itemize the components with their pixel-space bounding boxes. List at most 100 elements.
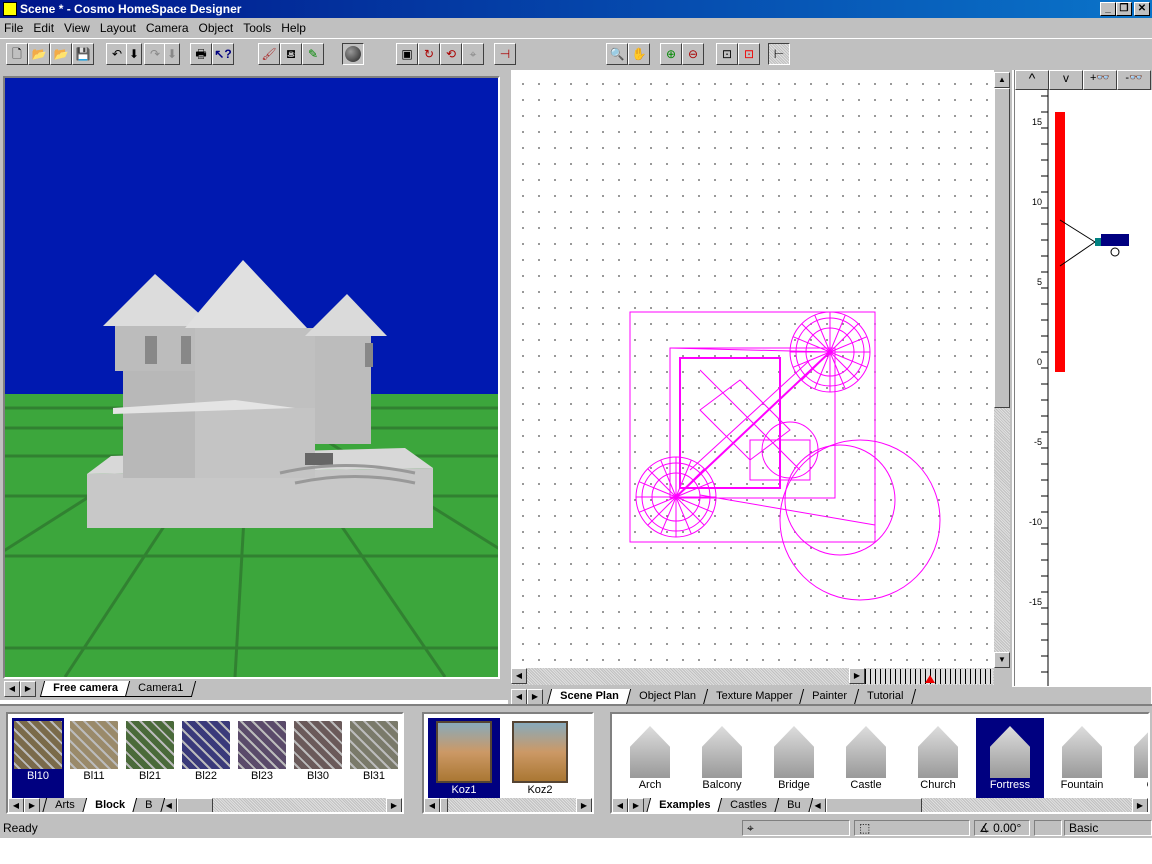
undo-icon[interactable]: ↶	[106, 43, 128, 65]
menu-object[interactable]: Object	[199, 21, 234, 35]
texture-item[interactable]: Bl31	[348, 718, 400, 798]
texture-item[interactable]: Bl22	[180, 718, 232, 798]
camera-view-toggle-icon[interactable]: ⊢	[768, 43, 790, 65]
tab-free-camera[interactable]: Free camera	[39, 681, 131, 697]
object-item[interactable]: Church	[904, 718, 972, 798]
elevation-down-button[interactable]: v	[1049, 70, 1083, 90]
object-scrollbar[interactable]: ◀ ▶	[809, 798, 1148, 812]
elevation-ruler[interactable]: 15 10 5 0 -5 -10 -15	[1015, 90, 1152, 686]
scroll-thumb[interactable]	[825, 798, 922, 812]
pan-hand-icon[interactable]: ✋	[628, 43, 650, 65]
eyedropper-icon[interactable]: ✎	[302, 43, 324, 65]
rotation-slider[interactable]	[865, 669, 993, 684]
menu-camera[interactable]: Camera	[146, 21, 189, 35]
scroll-thumb[interactable]	[994, 88, 1010, 408]
tab-camera1[interactable]: Camera1	[124, 681, 197, 697]
render-sphere-icon[interactable]	[342, 43, 364, 65]
tab-block[interactable]: Block	[81, 798, 138, 812]
object-item[interactable]: Fortress	[976, 718, 1044, 798]
tab-object-plan[interactable]: Object Plan	[625, 689, 709, 705]
tab-arts[interactable]: Arts	[41, 798, 88, 812]
object-item[interactable]: Arch	[616, 718, 684, 798]
menu-help[interactable]: Help	[281, 21, 306, 35]
object-item[interactable]: Ga	[1120, 718, 1148, 798]
view3d-viewport[interactable]	[3, 76, 500, 679]
menu-file[interactable]: File	[4, 21, 23, 35]
camera-tilt-icon[interactable]: ⟲	[440, 43, 462, 65]
camera-icon[interactable]	[1059, 219, 1129, 267]
texture-scrollbar[interactable]: ◀ ▶	[160, 798, 402, 812]
zoom-in-icon[interactable]: ⊕	[660, 43, 682, 65]
object-item[interactable]: Castle	[832, 718, 900, 798]
scene-plan-canvas[interactable]	[511, 70, 994, 668]
scroll-left-button[interactable]: ◀	[424, 798, 440, 812]
minimize-button[interactable]: _	[1100, 2, 1116, 16]
object-item[interactable]: Balcony	[688, 718, 756, 798]
tab-scroll-right[interactable]: ▶	[527, 689, 543, 705]
scroll-thumb[interactable]	[440, 798, 448, 812]
redo-icon[interactable]: ↷	[144, 43, 166, 65]
zoom-out-icon[interactable]: ⊖	[682, 43, 704, 65]
plan-horizontal-scrollbar[interactable]: ◀ ▶	[511, 668, 994, 685]
scroll-left-button[interactable]: ◀	[511, 668, 527, 684]
tab-painter[interactable]: Painter	[798, 689, 861, 705]
object-item[interactable]: Fountain	[1048, 718, 1116, 798]
camera-orbit-icon[interactable]: ↻	[418, 43, 440, 65]
scroll-down-button[interactable]: ▼	[994, 652, 1010, 668]
maximize-button[interactable]: ❐	[1116, 2, 1132, 16]
zoom-out-binoculars-icon[interactable]: -👓	[1117, 70, 1151, 90]
scroll-right-button[interactable]: ▶	[386, 798, 402, 812]
texture-item[interactable]: Bl23	[236, 718, 288, 798]
tab-bu[interactable]: Bu	[773, 798, 814, 812]
tab-scroll-left[interactable]: ◀	[612, 798, 628, 812]
scroll-right-button[interactable]: ▶	[1132, 798, 1148, 812]
tab-scroll-right[interactable]: ▶	[24, 798, 40, 812]
texture-item[interactable]: Bl11	[68, 718, 120, 798]
menu-edit[interactable]: Edit	[33, 21, 54, 35]
menu-layout[interactable]: Layout	[100, 21, 136, 35]
open-folder-icon[interactable]: 📂	[50, 43, 72, 65]
scroll-right-button[interactable]: ▶	[576, 798, 592, 812]
tab-scroll-right[interactable]: ▶	[20, 681, 36, 697]
zoom-in-binoculars-icon[interactable]: +👓	[1083, 70, 1117, 90]
painting-scrollbar[interactable]: ◀ ▶	[424, 798, 592, 812]
painting-item[interactable]: Koz2	[504, 718, 576, 798]
paint-brush-icon[interactable]: 🖌	[258, 43, 280, 65]
tab-castles[interactable]: Castles	[717, 798, 781, 812]
tab-tutorial[interactable]: Tutorial	[853, 689, 917, 705]
camera-target-icon[interactable]: ⌖	[462, 43, 484, 65]
undo-list-icon[interactable]: ⬇	[126, 43, 142, 65]
new-file-icon[interactable]: 🗋	[6, 43, 28, 65]
tab-scroll-left[interactable]: ◀	[511, 689, 527, 705]
scroll-thumb[interactable]	[176, 798, 213, 812]
camera-window-icon[interactable]: ▣	[396, 43, 418, 65]
tab-scroll-right[interactable]: ▶	[628, 798, 644, 812]
tab-texture-mapper[interactable]: Texture Mapper	[702, 689, 806, 705]
tab-scroll-left[interactable]: ◀	[4, 681, 20, 697]
texture-item[interactable]: Bl21	[124, 718, 176, 798]
texture-item[interactable]: Bl10	[12, 718, 64, 798]
redo-list-icon[interactable]: ⬇	[164, 43, 180, 65]
paint-bucket-icon[interactable]: ⛾	[280, 43, 302, 65]
save-icon[interactable]: 💾	[72, 43, 94, 65]
painting-item[interactable]: Koz1	[428, 718, 500, 798]
tab-scroll-left[interactable]: ◀	[8, 798, 24, 812]
fortress-plan-outline[interactable]	[629, 311, 941, 601]
tab-examples[interactable]: Examples	[645, 798, 724, 812]
scroll-right-button[interactable]: ▶	[849, 668, 865, 684]
tab-b[interactable]: B	[131, 798, 166, 812]
camera-elevation-icon[interactable]: ⊣	[494, 43, 516, 65]
fit-selection-icon[interactable]: ⊡	[738, 43, 760, 65]
fit-all-icon[interactable]: ⊡	[716, 43, 738, 65]
print-icon[interactable]: 🖶	[190, 43, 212, 65]
texture-item[interactable]: Bl30	[292, 718, 344, 798]
zoom-icon[interactable]: 🔍	[606, 43, 628, 65]
close-button[interactable]: ✕	[1134, 2, 1150, 16]
menu-tools[interactable]: Tools	[243, 21, 271, 35]
tab-scene-plan[interactable]: Scene Plan	[546, 689, 632, 705]
elevation-up-button[interactable]: ^	[1015, 70, 1049, 90]
context-help-icon[interactable]: ↖?	[212, 43, 234, 65]
scroll-up-button[interactable]: ▲	[994, 72, 1010, 88]
object-item[interactable]: Bridge	[760, 718, 828, 798]
open-samples-icon[interactable]: 📂	[28, 43, 50, 65]
